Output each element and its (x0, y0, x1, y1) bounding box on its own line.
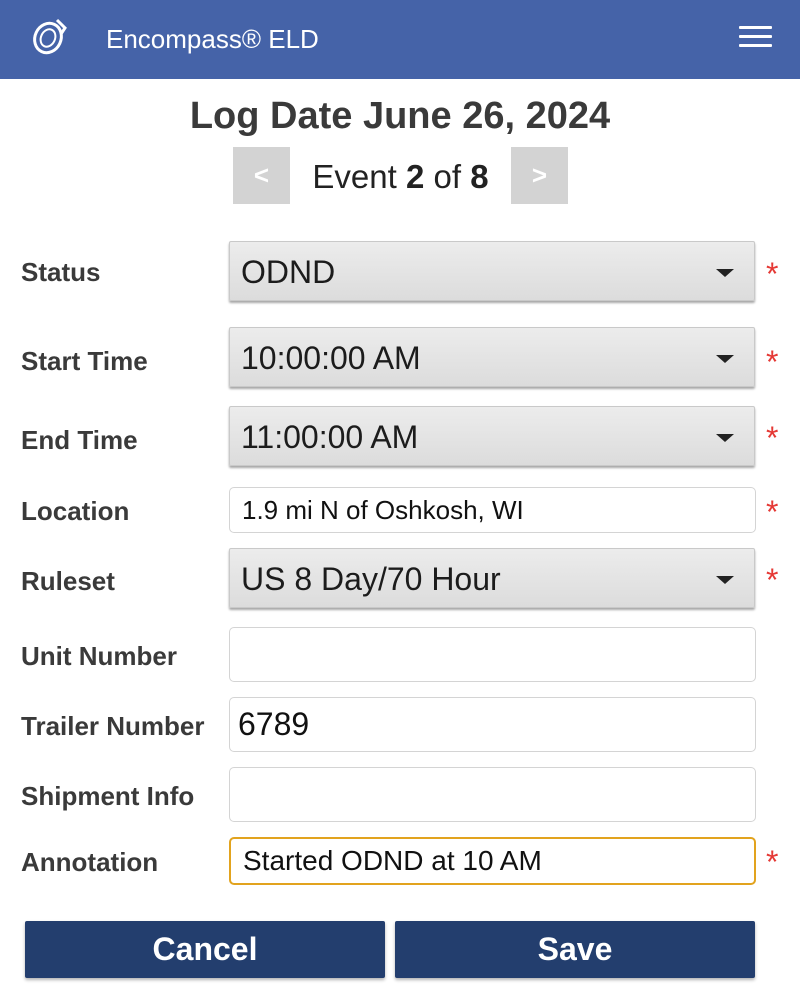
annotation-label: Annotation (21, 847, 159, 877)
start-time-label: Start Time (21, 346, 148, 376)
start-time-value: 10:00:00 AM (241, 340, 421, 376)
annotation-input[interactable] (229, 837, 756, 885)
status-required-mark: * (766, 256, 779, 292)
unit-number-input[interactable] (229, 627, 756, 682)
end-time-label: End Time (21, 425, 138, 455)
status-label: Status (21, 257, 101, 287)
ruleset-label: Ruleset (21, 566, 115, 596)
chevron-down-icon (716, 355, 734, 363)
chevron-down-icon (716, 576, 734, 584)
location-input[interactable] (229, 487, 756, 533)
trailer-number-label: Trailer Number (21, 711, 205, 741)
event-current: 2 (405, 158, 425, 195)
chevron-down-icon (716, 269, 734, 277)
unit-number-label: Unit Number (21, 641, 177, 671)
start-time-required-mark: * (766, 344, 779, 380)
cancel-button[interactable]: Cancel (25, 921, 385, 978)
app-title: Encompass® ELD (106, 24, 319, 54)
annotation-required-mark: * (766, 844, 779, 880)
hamburger-menu-icon[interactable] (736, 20, 776, 54)
ruleset-required-mark: * (766, 562, 779, 598)
log-date-title: Log Date June 26, 2024 (189, 95, 611, 137)
trailer-number-input[interactable] (229, 697, 756, 752)
shipment-info-label: Shipment Info (21, 781, 195, 811)
ruleset-value: US 8 Day/70 Hour (241, 561, 501, 597)
encompass-logo-icon (33, 18, 67, 55)
status-value: ODND (241, 254, 336, 290)
save-button[interactable]: Save (395, 921, 755, 978)
shipment-info-input[interactable] (229, 767, 756, 822)
event-counter: Event 2 of 8 (290, 156, 511, 198)
location-required-mark: * (766, 494, 779, 530)
status-select[interactable]: ODND (229, 241, 755, 301)
end-time-select[interactable]: 11:00:00 AM (229, 406, 755, 466)
end-time-value: 11:00:00 AM (241, 419, 419, 455)
app-header: Encompass® ELD (0, 0, 800, 79)
event-total: 8 (470, 158, 489, 195)
event-prefix: Event (312, 158, 406, 195)
chevron-down-icon (716, 434, 734, 442)
end-time-required-mark: * (766, 420, 779, 456)
event-separator: of (424, 158, 471, 195)
ruleset-select[interactable]: US 8 Day/70 Hour (229, 548, 755, 608)
next-event-button[interactable]: > (511, 147, 568, 204)
start-time-select[interactable]: 10:00:00 AM (229, 327, 755, 387)
previous-event-button[interactable]: < (233, 147, 290, 204)
location-label: Location (21, 496, 130, 526)
